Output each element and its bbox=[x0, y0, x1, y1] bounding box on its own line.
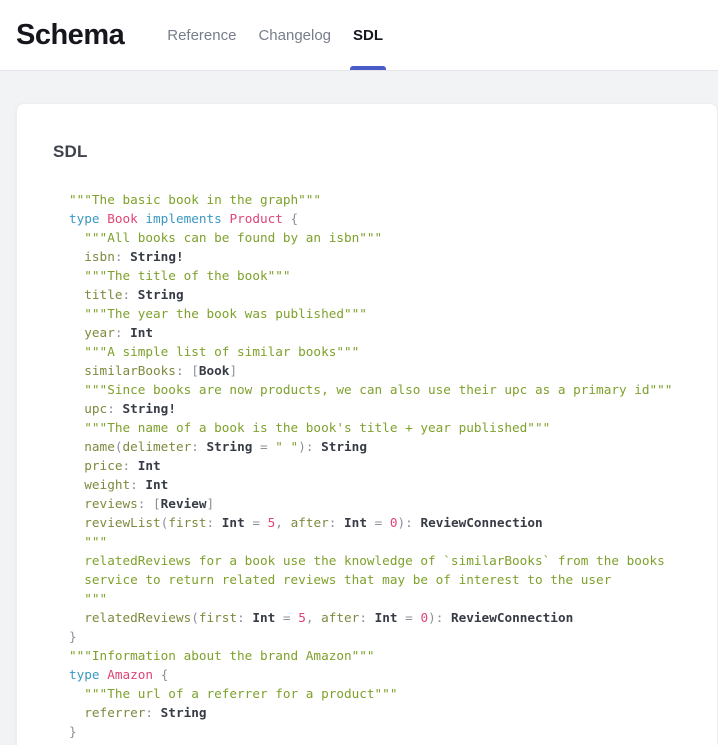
code-line: service to return related reviews that m… bbox=[69, 570, 717, 589]
code-line: isbn: String! bbox=[69, 247, 717, 266]
code-line: name(delimeter: String = " "): String bbox=[69, 437, 717, 456]
code-line: } bbox=[69, 722, 717, 741]
code-line: """The basic book in the graph""" bbox=[69, 190, 717, 209]
code-line: upc: String! bbox=[69, 399, 717, 418]
code-line: relatedReviews(first: Int = 5, after: In… bbox=[69, 608, 717, 627]
code-line: reviewList(first: Int = 5, after: Int = … bbox=[69, 513, 717, 532]
page-title: Schema bbox=[16, 0, 124, 71]
code-line: referrer: String bbox=[69, 703, 717, 722]
tab-reference[interactable]: Reference bbox=[156, 0, 247, 70]
code-line: weight: Int bbox=[69, 475, 717, 494]
page-header: Schema ReferenceChangelogSDL bbox=[0, 0, 718, 71]
code-line: reviews: [Review] bbox=[69, 494, 717, 513]
code-line: """ bbox=[69, 589, 717, 608]
code-line: title: String bbox=[69, 285, 717, 304]
code-line: """The year the book was published""" bbox=[69, 304, 717, 323]
code-line: type Amazon { bbox=[69, 665, 717, 684]
sdl-code-block: """The basic book in the graph"""type Bo… bbox=[69, 190, 717, 741]
code-line: """Since books are now products, we can … bbox=[69, 380, 717, 399]
code-line: year: Int bbox=[69, 323, 717, 342]
code-line: """Information about the brand Amazon""" bbox=[69, 646, 717, 665]
code-line: } bbox=[69, 627, 717, 646]
tab-changelog[interactable]: Changelog bbox=[247, 0, 342, 70]
code-line: """A simple list of similar books""" bbox=[69, 342, 717, 361]
code-line: relatedReviews for a book use the knowle… bbox=[69, 551, 717, 570]
code-line: type Book implements Product { bbox=[69, 209, 717, 228]
code-line: """The url of a referrer for a product""… bbox=[69, 684, 717, 703]
schema-tabs: ReferenceChangelogSDL bbox=[156, 0, 394, 70]
sdl-card: SDL """The basic book in the graph"""typ… bbox=[16, 103, 718, 745]
code-line: similarBooks: [Book] bbox=[69, 361, 717, 380]
code-line: """The title of the book""" bbox=[69, 266, 717, 285]
main-area: SDL """The basic book in the graph"""typ… bbox=[0, 71, 718, 745]
code-line: """ bbox=[69, 532, 717, 551]
sdl-heading: SDL bbox=[53, 142, 717, 162]
code-line: """All books can be found by an isbn""" bbox=[69, 228, 717, 247]
code-line: price: Int bbox=[69, 456, 717, 475]
code-line: """The name of a book is the book's titl… bbox=[69, 418, 717, 437]
tab-sdl[interactable]: SDL bbox=[342, 0, 394, 70]
